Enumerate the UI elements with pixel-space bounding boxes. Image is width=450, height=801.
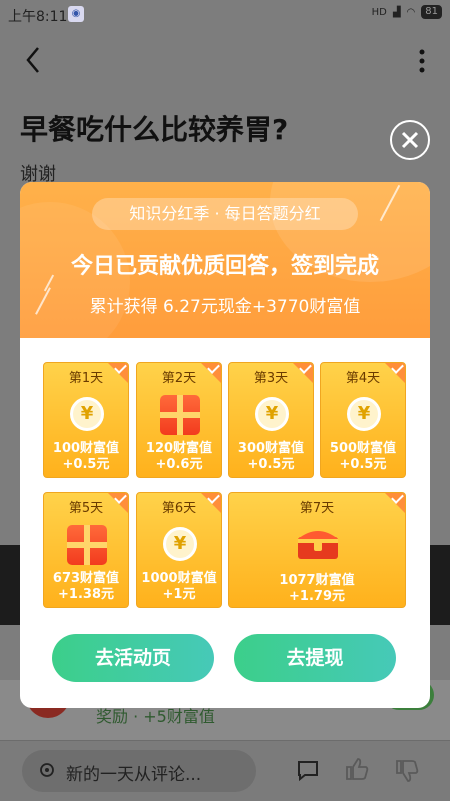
thumbs-up-icon[interactable] bbox=[344, 756, 370, 782]
wifi-icon: ◠ bbox=[406, 6, 416, 18]
go-activity-button[interactable]: 去活动页 bbox=[52, 634, 214, 682]
status-indicators: HD ▟ ◠ 81 bbox=[372, 5, 442, 19]
day-reward-cash: +0.5元 bbox=[247, 457, 295, 472]
comment-input[interactable]: 新的一天从评论... bbox=[22, 750, 256, 792]
day-card-6: 第6天 ¥ 1000财富值 +1元 bbox=[136, 492, 222, 608]
day-label: 第4天 bbox=[345, 371, 381, 386]
modal-header: 知识分红季 · 每日答题分红 今日已贡献优质回答，签到完成 累计获得 6.27元… bbox=[20, 182, 430, 338]
cumulative-reward-text: 累计获得 6.27元现金+3770财富值 bbox=[89, 297, 361, 317]
close-icon bbox=[401, 131, 419, 149]
modal-headline: 今日已贡献优质回答，签到完成 bbox=[70, 254, 379, 279]
comment-icon[interactable] bbox=[296, 758, 320, 782]
signin-reward-modal: 知识分红季 · 每日答题分红 今日已贡献优质回答，签到完成 累计获得 6.27元… bbox=[20, 182, 430, 708]
day-reward-value: 1077财富值 bbox=[279, 573, 355, 588]
day-reward-value: 500财富值 bbox=[329, 441, 397, 456]
day-reward-cash: +1.79元 bbox=[289, 589, 345, 604]
day-card-5: 第5天 673财富值 +1.38元 bbox=[43, 492, 129, 608]
network-label: HD bbox=[371, 6, 387, 18]
day-label: 第5天 bbox=[68, 501, 104, 516]
question-title: 早餐吃什么比较养胃? bbox=[20, 113, 289, 146]
close-button[interactable] bbox=[390, 120, 430, 160]
season-banner: 知识分红季 · 每日答题分红 bbox=[92, 198, 358, 230]
comment-placeholder: 新的一天从评论... bbox=[66, 765, 202, 785]
app-notification-icon: ◉ bbox=[68, 6, 84, 22]
day-reward-value: 673财富值 bbox=[52, 571, 120, 586]
day-label: 第2天 bbox=[161, 371, 197, 386]
day-reward-cash: +1.38元 bbox=[58, 587, 114, 602]
day-card-2: 第2天 120财富值 +0.6元 bbox=[136, 362, 222, 478]
day-reward-cash: +0.5元 bbox=[62, 457, 110, 472]
status-bar: 上午8:11 ◉ HD ▟ ◠ 81 bbox=[0, 0, 450, 30]
more-options-icon[interactable] bbox=[418, 48, 426, 74]
withdraw-button[interactable]: 去提现 bbox=[234, 634, 396, 682]
day-reward-cash: +1元 bbox=[162, 587, 196, 602]
coin-icon: ¥ bbox=[70, 397, 104, 431]
day-reward-cash: +0.6元 bbox=[155, 457, 203, 472]
back-arrow-icon[interactable] bbox=[20, 44, 48, 76]
gift-icon bbox=[67, 525, 107, 565]
day-reward-cash: +0.5元 bbox=[339, 457, 387, 472]
day-card-3: 第3天 ¥ 300财富值 +0.5元 bbox=[228, 362, 314, 478]
location-pin-icon bbox=[40, 763, 54, 777]
coin-icon: ¥ bbox=[163, 527, 197, 561]
thumbs-down-icon[interactable] bbox=[394, 758, 420, 784]
battery-icon: 81 bbox=[421, 5, 442, 19]
day-label: 第7天 bbox=[299, 501, 335, 516]
bottom-bar: 新的一天从评论... bbox=[0, 740, 450, 801]
day-card-7: 第7天 1077财富值 +1.79元 bbox=[228, 492, 406, 608]
treasure-chest-icon bbox=[298, 531, 338, 559]
coin-icon: ¥ bbox=[347, 397, 381, 431]
day-reward-value: 120财富值 bbox=[145, 441, 213, 456]
signal-icon: ▟ bbox=[392, 6, 401, 18]
day-label: 第1天 bbox=[68, 371, 104, 386]
coin-icon: ¥ bbox=[255, 397, 289, 431]
day-card-1: 第1天 ¥ 100财富值 +0.5元 bbox=[43, 362, 129, 478]
day-reward-value: 300财富值 bbox=[237, 441, 305, 456]
day-reward-value: 1000财富值 bbox=[141, 571, 217, 586]
gift-icon bbox=[160, 395, 200, 435]
day-label: 第6天 bbox=[161, 501, 197, 516]
status-time: 上午8:11 bbox=[8, 9, 68, 25]
day-reward-value: 100财富值 bbox=[52, 441, 120, 456]
day-card-4: 第4天 ¥ 500财富值 +0.5元 bbox=[320, 362, 406, 478]
day-label: 第3天 bbox=[253, 371, 289, 386]
